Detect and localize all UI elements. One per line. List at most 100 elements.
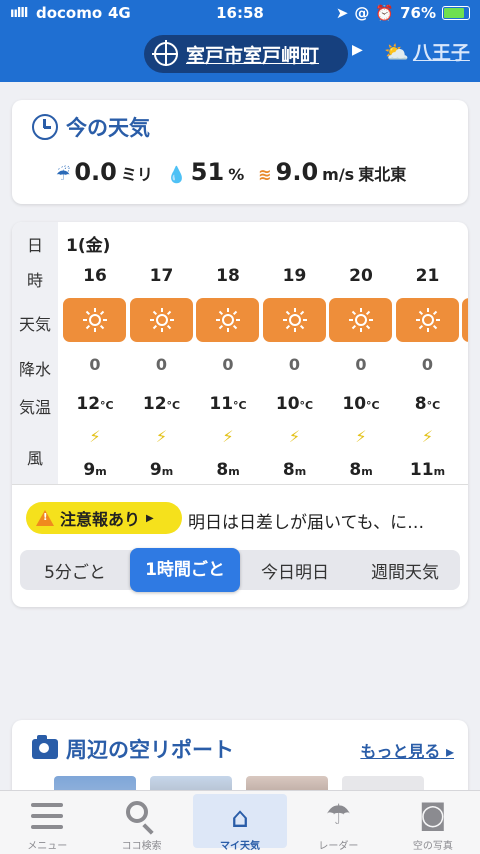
humidity-value: 51 bbox=[190, 158, 225, 186]
weather-cell bbox=[63, 298, 126, 342]
wind-unit: m/s bbox=[322, 165, 355, 184]
hour-column: 20 0 10°C ⚡ 8m bbox=[328, 222, 394, 484]
hour-label: 20 bbox=[349, 266, 373, 286]
next-location-tab[interactable]: ⛅ 八王子 bbox=[384, 38, 470, 65]
wind-speed-cell: 9m bbox=[129, 460, 195, 480]
wind-speed-unit: m bbox=[294, 465, 307, 478]
temp-cell: 10°C bbox=[262, 394, 328, 414]
hour-column: 16 0 12°C ⚡ 9m bbox=[62, 222, 128, 484]
wind-speed-cell: 9m bbox=[62, 460, 128, 480]
warning-badge-label: 注意報あり bbox=[60, 510, 141, 529]
temp-value: 11 bbox=[209, 394, 234, 414]
umbrella-icon: ☂ bbox=[325, 798, 351, 831]
camera-icon: ◙ bbox=[419, 798, 447, 831]
current-location-name: 室戸市室戸岬町 bbox=[186, 44, 320, 67]
target-icon bbox=[152, 40, 178, 66]
hour-column: 21 0 8°C ⚡ 11m bbox=[395, 222, 461, 484]
temp-cell: 12°C bbox=[129, 394, 195, 414]
wind-speed-value: 8 bbox=[282, 460, 295, 480]
wind-speed-unit: m bbox=[433, 465, 446, 478]
temp-value: 10 bbox=[275, 394, 300, 414]
sky-report-heading: 周辺の空リポート bbox=[66, 738, 234, 762]
status-right: ➤ @ ⏰ 76% bbox=[336, 4, 470, 22]
alarm-icon: ⏰ bbox=[375, 4, 395, 22]
sunny-icon bbox=[416, 308, 440, 332]
see-more-link[interactable]: もっと見る ▸ bbox=[360, 738, 454, 762]
wind-speed-unit: m bbox=[361, 465, 373, 478]
app-header: ıılll docomo 4G 16:58 ➤ @ ⏰ 76% 室戸市室戸岬町 … bbox=[0, 0, 480, 82]
tab-my-weather[interactable]: ⌂ マイ天気 bbox=[192, 794, 288, 852]
wind-direction-icon: ⚡ bbox=[421, 427, 434, 446]
wind-direction-icon: ⚡ bbox=[355, 427, 367, 446]
temp-value: 12 bbox=[142, 394, 167, 414]
partly-cloudy-icon: ⛅ bbox=[384, 39, 409, 64]
wind-stat: ≋ 9.0 m/s 東北東 bbox=[258, 158, 406, 186]
temp-value: 8 bbox=[414, 394, 427, 414]
hour-label: 16 bbox=[83, 266, 107, 286]
temp-unit: °C bbox=[299, 399, 314, 412]
segment-option[interactable]: 5分ごと bbox=[20, 558, 130, 583]
row-label-temp: 気温 bbox=[18, 398, 51, 417]
tab-label: ココ検索 bbox=[121, 841, 162, 852]
weather-cell bbox=[329, 298, 392, 342]
tab-label: 空の写真 bbox=[412, 841, 453, 852]
hourly-forecast-card: 日 時 天気 降水 気温 風 1(金) 16 0 12°C ⚡ 9m 17 0 12°C ⚡ 9m… bbox=[12, 222, 468, 607]
wind-direction-icon: ⚡ bbox=[222, 427, 234, 446]
humidity-drop-icon: 💧 bbox=[166, 165, 187, 184]
wind-direction-icon: ⚡ bbox=[155, 427, 168, 446]
tab-menu[interactable]: メニュー bbox=[0, 791, 94, 854]
battery-percent: 76% bbox=[400, 4, 436, 22]
wind-direction-icon: ⚡ bbox=[288, 427, 301, 446]
current-weather-card[interactable]: 今の天気 ☔ 0.0 ミリ 💧 51 % ≋ 9.0 m/s 東北東 bbox=[12, 100, 468, 204]
battery-icon bbox=[442, 6, 470, 20]
hour-column: 18 0 11°C ⚡ 8m bbox=[195, 222, 261, 484]
segment-option[interactable]: 1時間ごと bbox=[130, 548, 240, 592]
warning-badge[interactable]: ! 注意報あり ▶ bbox=[26, 502, 182, 534]
wind-speed-value: 11 bbox=[409, 460, 434, 480]
rain-value: 0.0 bbox=[74, 158, 117, 186]
wind-speed-unit: m bbox=[161, 465, 174, 478]
row-label-day: 日 bbox=[26, 236, 43, 255]
chevron-right-icon: ▶ bbox=[146, 512, 154, 524]
lock-rotation-icon: @ bbox=[354, 4, 370, 22]
temp-value: 12 bbox=[76, 394, 101, 414]
temp-unit: °C bbox=[166, 399, 181, 412]
weather-cell bbox=[462, 298, 468, 342]
wind-direction-icon: ⚡ bbox=[89, 427, 101, 446]
precip-value: 0 bbox=[421, 355, 434, 374]
sunny-icon bbox=[283, 308, 307, 332]
current-location-pill[interactable]: 室戸市室戸岬町 bbox=[144, 35, 348, 73]
wind-speed-cell: 11m bbox=[395, 460, 461, 480]
segment-option[interactable]: 今日明日 bbox=[240, 558, 350, 583]
wind-speed-value: 8 bbox=[349, 460, 362, 480]
wind-speed-cell: 8m bbox=[328, 460, 394, 480]
precip-value: 0 bbox=[355, 355, 367, 374]
temp-unit: °C bbox=[366, 399, 380, 412]
warning-icon: ! bbox=[36, 510, 54, 526]
next-location-arrow-icon[interactable]: ▶ bbox=[352, 42, 363, 58]
tab-radar[interactable]: ☂ レーダー bbox=[291, 791, 385, 854]
precip-value: 0 bbox=[288, 355, 301, 374]
hourly-grid[interactable]: 1(金) 16 0 12°C ⚡ 9m 17 0 12°C ⚡ 9m 18 0 11°C ⚡ 8m 19 0 10… bbox=[58, 222, 468, 484]
see-more-label: もっと見る bbox=[360, 742, 441, 761]
tab-search[interactable]: ココ検索 bbox=[94, 791, 188, 854]
row-label-hour: 時 bbox=[26, 271, 43, 290]
tab-sky-photos[interactable]: ◙ 空の写真 bbox=[386, 791, 480, 854]
current-weather-stats: ☔ 0.0 ミリ 💧 51 % ≋ 9.0 m/s 東北東 bbox=[56, 158, 406, 186]
temp-unit: °C bbox=[100, 399, 114, 412]
current-weather-heading: 今の天気 bbox=[66, 116, 150, 140]
wind-value: 9.0 bbox=[275, 158, 319, 186]
tab-label: レーダー bbox=[318, 841, 359, 852]
warning-text[interactable]: 明日は日差しが届いても、に… bbox=[188, 508, 424, 533]
rain-stat: ☔ 0.0 ミリ bbox=[56, 158, 153, 186]
search-icon bbox=[126, 801, 149, 823]
temp-unit: °C bbox=[426, 399, 441, 412]
forecast-range-segmented-control: 5分ごと 1時間ごと 今日明日 週間天気 bbox=[20, 548, 460, 592]
wind-speed-value: 9 bbox=[83, 460, 96, 480]
hour-column: 19 0 10°C ⚡ 8m bbox=[262, 222, 328, 484]
sunny-icon bbox=[83, 308, 107, 332]
segment-option[interactable]: 週間天気 bbox=[350, 558, 460, 583]
temp-cell: 8°C bbox=[395, 394, 461, 414]
weather-cell bbox=[196, 298, 259, 342]
row-label-wind: 風 bbox=[26, 449, 43, 468]
